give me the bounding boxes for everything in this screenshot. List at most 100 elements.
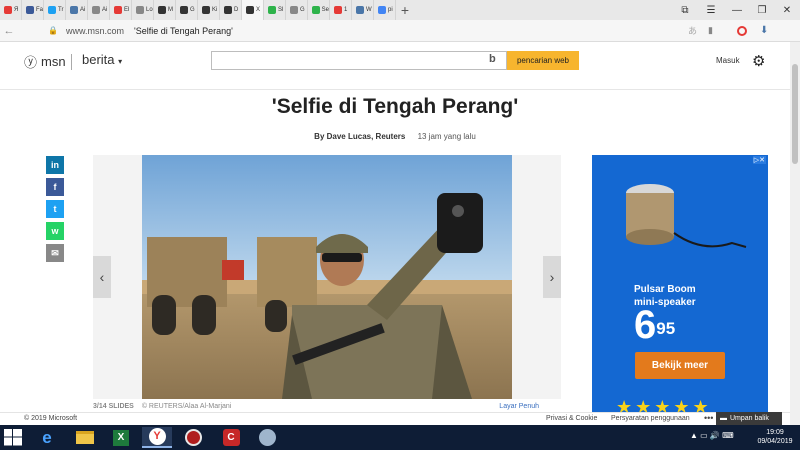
windows-taskbar: e X Y C ▲ ▭ 🔊 ⌨ 19:09 09/04/2019 (0, 425, 800, 450)
browser-tab[interactable]: pi (374, 0, 396, 20)
search-button[interactable]: pencarian web (507, 51, 579, 70)
browser-tab[interactable]: Я (0, 0, 22, 20)
tab-favicon-icon (26, 6, 34, 14)
maximize-button[interactable]: ❐ (755, 0, 769, 20)
scrollbar-thumb[interactable] (792, 64, 798, 164)
tab-favicon-icon (70, 6, 78, 14)
page-scrollbar[interactable] (790, 42, 800, 425)
terms-link[interactable]: Persyaratan penggunaan (611, 415, 690, 422)
tab-label: Ai (102, 7, 108, 13)
tab-favicon-icon (202, 6, 210, 14)
ad-price: 695 (634, 305, 675, 345)
browser-tab[interactable]: W (352, 0, 374, 20)
browser-tab[interactable]: Tr (44, 0, 66, 20)
bookmarks-icon[interactable]: ⧉ (678, 0, 692, 20)
close-window-button[interactable]: ✕ (780, 0, 794, 20)
system-clock[interactable]: 19:09 09/04/2019 (750, 428, 800, 446)
copyright-text: © 2019 Microsoft (24, 415, 78, 422)
tab-label: M (168, 7, 173, 13)
tab-favicon-icon (312, 6, 320, 14)
browser-tab[interactable]: Fa (22, 0, 44, 20)
feedback-button[interactable]: ▬ Umpan balik (716, 412, 782, 425)
system-tray[interactable]: ▲ ▭ 🔊 ⌨ (690, 431, 734, 440)
browser-tab[interactable]: 1 (330, 0, 352, 20)
tab-label: Tr (58, 7, 64, 13)
article-headline: 'Selfie di Tengah Perang' (271, 95, 519, 118)
minimize-button[interactable]: — (730, 0, 744, 20)
tab-label: Ki (212, 7, 218, 13)
download-icon[interactable]: ⬇ (760, 25, 768, 36)
browser-tab[interactable]: G (176, 0, 198, 20)
byline: By Dave Lucas, Reuters 13 jam yang lalu (0, 132, 790, 141)
browser-tab[interactable]: Sl (264, 0, 286, 20)
back-arrow-icon[interactable]: ← (0, 25, 18, 37)
signin-link[interactable]: Masuk (716, 56, 740, 65)
tab-favicon-icon (136, 6, 144, 14)
tab-favicon-icon (4, 6, 12, 14)
twitter-icon[interactable]: t (46, 200, 64, 218)
browser-tab[interactable]: X (242, 0, 264, 20)
bookmark-icon[interactable]: ▮ (708, 25, 713, 36)
app-c-icon[interactable]: C (216, 427, 246, 448)
facebook-icon[interactable]: f (46, 178, 64, 196)
yandex-browser-icon[interactable]: Y (142, 427, 172, 448)
ie-icon[interactable]: e (32, 427, 62, 448)
file-explorer-icon[interactable] (70, 427, 100, 448)
clock-time: 19:09 (766, 429, 784, 436)
more-icon[interactable]: ••• (704, 413, 713, 423)
whatsapp-icon[interactable]: w (46, 222, 64, 240)
feedback-label: Umpan balik (730, 415, 769, 422)
section-dropdown[interactable]: berita ▾ (82, 52, 122, 67)
translate-icon[interactable]: あ (688, 24, 697, 37)
tab-favicon-icon (290, 6, 298, 14)
app-tools-icon[interactable] (252, 427, 282, 448)
browser-tab[interactable]: Lo (132, 0, 154, 20)
page-footer: © 2019 Microsoft Privasi & Cookie Persya… (0, 412, 790, 425)
next-slide-button[interactable]: › (543, 256, 561, 298)
menu-icon[interactable]: ☰ (704, 0, 718, 20)
tab-favicon-icon (158, 6, 166, 14)
privacy-link[interactable]: Privasi & Cookie (546, 415, 597, 422)
linkedin-icon[interactable]: in (46, 156, 64, 174)
windows-start-icon[interactable] (4, 429, 22, 446)
ad-price-main: 6 (634, 303, 657, 347)
tab-label: Я (14, 7, 19, 13)
ad-cta-button[interactable]: Bekijk meer (635, 352, 725, 379)
protect-icon[interactable] (737, 25, 747, 36)
tab-favicon-icon (378, 6, 386, 14)
slideshow-photo[interactable] (142, 155, 512, 399)
tab-favicon-icon (114, 6, 122, 14)
author-name[interactable]: By Dave Lucas, Reuters (314, 132, 405, 141)
url-text[interactable]: www.msn.com (66, 26, 124, 36)
chevron-right-icon: › (549, 269, 555, 285)
tab-label: Ai (80, 7, 86, 13)
tab-favicon-icon (246, 6, 254, 14)
advertisement[interactable]: ▷✕ Pulsar Boom mini-speaker 695 Bekijk m… (592, 155, 768, 415)
publish-time: 13 jam yang lalu (417, 132, 476, 141)
browser-tab[interactable]: El (110, 0, 132, 20)
gear-icon[interactable]: ⚙ (752, 52, 765, 70)
browser-tab[interactable]: G (286, 0, 308, 20)
search-input[interactable] (211, 51, 507, 70)
tab-favicon-icon (92, 6, 100, 14)
browser-tab[interactable]: Ai (66, 0, 88, 20)
browser-tab[interactable]: M (154, 0, 176, 20)
new-tab-button[interactable]: + (396, 0, 414, 20)
tab-label: Sl (278, 7, 284, 13)
app-red-icon[interactable] (178, 427, 208, 448)
msn-logo[interactable]: ⓨ msn (24, 52, 66, 71)
tab-favicon-icon (48, 6, 56, 14)
section-label: berita (82, 52, 115, 67)
bing-icon: b (489, 53, 496, 65)
tab-label: G (190, 7, 195, 13)
previous-slide-button[interactable]: ‹ (93, 256, 111, 298)
browser-tab[interactable]: Se (308, 0, 330, 20)
browser-tab[interactable]: Ai (88, 0, 110, 20)
lock-icon[interactable]: 🔒 (48, 26, 58, 35)
excel-icon[interactable]: X (106, 427, 136, 448)
feedback-icon: ▬ (720, 415, 727, 422)
browser-tab[interactable]: Ki (198, 0, 220, 20)
fullscreen-link[interactable]: Layar Penuh (499, 403, 539, 410)
browser-tab[interactable]: D (220, 0, 242, 20)
mail-icon[interactable]: ✉ (46, 244, 64, 262)
